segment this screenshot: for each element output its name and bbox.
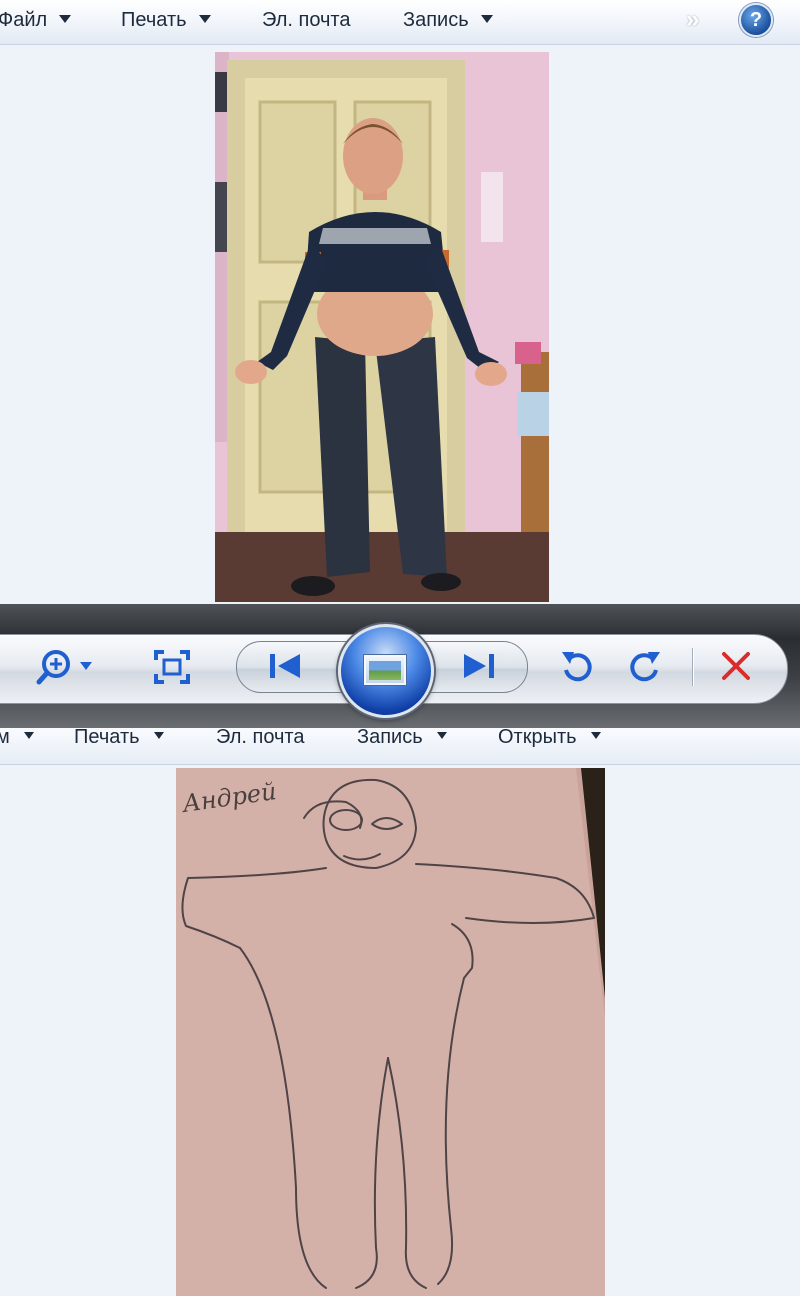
previous-icon: [270, 654, 300, 678]
slideshow-icon: [364, 655, 406, 685]
rotate-counterclockwise-icon: [562, 652, 592, 682]
help-icon[interactable]: ?: [739, 3, 773, 37]
actual-size-button[interactable]: [154, 650, 190, 689]
next-button[interactable]: [462, 652, 496, 685]
top-menu-bar: Файл Печать Эл. почта Запись » ?: [0, 0, 800, 45]
menu-email[interactable]: Эл. почта: [262, 9, 351, 32]
delete-button[interactable]: [720, 650, 752, 687]
chevron-down-icon: [23, 732, 34, 740]
chevron-down-icon: [436, 732, 447, 740]
chevron-down-icon: [590, 732, 601, 740]
previous-button[interactable]: [268, 652, 302, 685]
zoom-button[interactable]: [36, 648, 100, 693]
next-icon: [464, 654, 494, 678]
chevron-down-icon: [480, 14, 493, 23]
actual-size-icon: [154, 650, 190, 684]
menu-print[interactable]: Печать: [121, 9, 211, 32]
menu-print-2[interactable]: Печать: [74, 728, 164, 749]
rotate-clockwise-icon: [630, 652, 660, 682]
toolbar-separator: [692, 648, 693, 686]
rotate-clockwise-button[interactable]: [628, 648, 662, 689]
delete-icon: [722, 652, 750, 680]
chevron-down-icon: [153, 732, 164, 740]
menu-open-2[interactable]: Открыть: [498, 728, 601, 749]
displayed-photo: [215, 52, 549, 602]
chevron-down-icon: [59, 14, 72, 23]
rotate-counterclockwise-button[interactable]: [560, 648, 594, 689]
menu-file[interactable]: Файл: [0, 9, 72, 32]
zoom-in-icon: [36, 650, 92, 685]
displayed-drawing: Андрей: [176, 768, 605, 1296]
chevron-down-icon: [198, 14, 211, 23]
overflow-chevron-icon[interactable]: »: [686, 6, 699, 34]
menu-file-partial[interactable]: м: [0, 728, 34, 749]
slideshow-button[interactable]: [338, 624, 434, 718]
background-menu-bar: м Печать Эл. почта Запись Открыть: [0, 728, 800, 765]
menu-burn-2[interactable]: Запись: [357, 728, 447, 749]
menu-burn[interactable]: Запись: [403, 9, 493, 32]
menu-email-2[interactable]: Эл. почта: [216, 728, 305, 749]
